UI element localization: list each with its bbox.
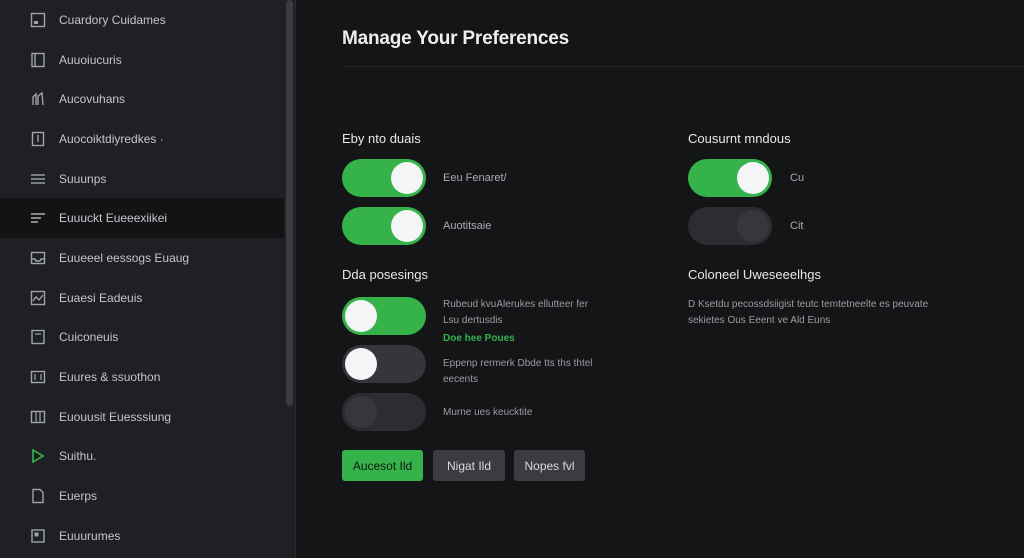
sidebar-item-10[interactable]: Euures & ssuothon xyxy=(0,357,284,397)
section-heading-right-top: Cousurnt mndous xyxy=(688,131,791,146)
toggle-knob xyxy=(391,210,423,242)
toggle-description-line: eecents xyxy=(443,374,479,385)
sidebar-item-1[interactable]: Cuardory Cuidames xyxy=(0,0,284,40)
people-icon xyxy=(30,91,46,107)
section-heading-left-top: Eby nto duais xyxy=(342,131,421,146)
sidebar-item-8[interactable]: Euaesi Eadeuis xyxy=(0,278,284,318)
sidebar-item-14[interactable]: Euuurumes xyxy=(0,516,284,556)
play-icon xyxy=(30,448,46,464)
sidebar-item-label: Euueeel eessogs Euaug xyxy=(59,250,190,265)
toggle-description-line: Lsu dertusdis xyxy=(443,315,503,326)
toggle-label: Cit xyxy=(790,220,804,232)
sidebar-item-label: Auuoiucuris xyxy=(59,52,122,67)
sidebar-item-label: Euures & ssuothon xyxy=(59,370,161,385)
toggle-left-top-2[interactable] xyxy=(342,207,426,245)
toggle-description: Murne ues keucktite xyxy=(443,405,533,421)
toggle-knob xyxy=(737,210,769,242)
inbox-icon xyxy=(30,250,46,266)
section-description-line: D Ksetdu pecossdsiigist teutc temtetneel… xyxy=(688,299,929,310)
section-description-line: sekietes Ous Eeent ve Ald Euns xyxy=(688,315,831,326)
learn-more-link[interactable]: Doe hee Poues xyxy=(443,333,515,344)
grid-icon xyxy=(30,409,46,425)
sidebar-scrollbar[interactable] xyxy=(286,0,293,406)
toggle-left-bottom-3[interactable] xyxy=(342,393,426,431)
toggle-description: Rubeud kvuAlerukes ellutteer fer Lsu der… xyxy=(443,297,588,329)
sidebar-item-label: Euuurumes xyxy=(59,528,121,543)
sidebar-item-label: Suuunps xyxy=(59,171,107,186)
sidebar-item-5[interactable]: Suuunps xyxy=(0,159,284,199)
toggle-left-top-1[interactable] xyxy=(342,159,426,197)
sidebar-item-11[interactable]: Euouusit Euesssiung xyxy=(0,397,284,437)
toggle-knob xyxy=(737,162,769,194)
sidebar-item-label: Euerps xyxy=(59,489,98,504)
sidebar-item-label: Suithu. xyxy=(59,449,97,464)
reject-all-button[interactable]: Nigat Ild xyxy=(433,450,505,481)
menu-icon xyxy=(30,210,46,226)
toggle-description: Eppenp rermerk Dbde tts ths thtel eecent… xyxy=(443,356,593,388)
sidebar-item-label: Euouusit Euesssiung xyxy=(59,409,172,424)
book-icon xyxy=(30,52,46,68)
toggle-label: Cu xyxy=(790,172,805,184)
sidebar-item-12[interactable]: Suithu. xyxy=(0,437,284,477)
sidebar-list: Cuardory Cuidames Auuoiucuris Aucovuhans… xyxy=(0,0,284,556)
toggle-knob xyxy=(345,348,377,380)
toggle-right-top-2[interactable] xyxy=(688,207,772,245)
box-icon xyxy=(30,528,46,544)
toggle-description-line: Murne ues keucktite xyxy=(443,407,533,418)
toggle-left-bottom-1[interactable] xyxy=(342,297,426,335)
sidebar-item-3[interactable]: Aucovuhans xyxy=(0,79,284,119)
toggle-knob xyxy=(345,396,377,428)
toggle-label: Auotitsaie xyxy=(443,220,492,232)
sidebar-item-label: Cuiconeuis xyxy=(59,330,119,345)
toggle-label: Eeu Fenaret/ xyxy=(443,172,507,184)
sidebar-item-label: Euaesi Eadeuis xyxy=(59,290,143,305)
toggle-knob xyxy=(391,162,423,194)
sidebar-item-9[interactable]: Cuiconeuis xyxy=(0,318,284,358)
list-icon xyxy=(30,171,46,187)
chart-icon xyxy=(30,290,46,306)
sidebar-item-13[interactable]: Euerps xyxy=(0,476,284,516)
toggle-right-top-1[interactable] xyxy=(688,159,772,197)
note-icon xyxy=(30,329,46,345)
sidebar-item-label: Auocoiktdiyredkes · xyxy=(59,131,164,146)
page-title: Manage Your Preferences xyxy=(342,28,570,49)
sidebar: Cuardory Cuidames Auuoiucuris Aucovuhans… xyxy=(0,0,296,558)
title-divider xyxy=(342,66,1024,67)
toggle-description-line: Eppenp rermerk Dbde tts ths thtel xyxy=(443,358,593,369)
toggle-left-bottom-2[interactable] xyxy=(342,345,426,383)
main-content: Manage Your Preferences Eby nto duais Ee… xyxy=(296,0,1024,558)
calendar-icon xyxy=(30,369,46,385)
sidebar-item-label: Euuuckt Eueeexiikei xyxy=(59,211,168,226)
sidebar-item-label: Aucovuhans xyxy=(59,92,126,107)
sidebar-item-label: Cuardory Cuidames xyxy=(59,12,166,27)
accept-all-button[interactable]: Aucesot Ild xyxy=(342,450,423,481)
sidebar-item-6[interactable]: Euuuckt Eueeexiikei xyxy=(0,198,284,239)
manage-preferences-button[interactable]: Nopes fvl xyxy=(514,450,585,481)
toggle-description-line: Rubeud kvuAlerukes ellutteer fer xyxy=(443,299,589,310)
section-heading-right-bottom: Coloneel Uweseeelhgs xyxy=(688,267,821,282)
sidebar-item-4[interactable]: Auocoiktdiyredkes · xyxy=(0,119,284,159)
section-heading-left-bottom: Dda posesings xyxy=(342,267,428,282)
file-icon xyxy=(30,488,46,504)
document-icon xyxy=(30,131,46,147)
section-description: D Ksetdu pecossdsiigist teutc temtetneel… xyxy=(688,297,978,329)
sidebar-item-7[interactable]: Euueeel eessogs Euaug xyxy=(0,238,284,278)
sidebar-item-2[interactable]: Auuoiucuris xyxy=(0,40,284,80)
square-icon xyxy=(30,12,46,28)
toggle-knob xyxy=(345,300,377,332)
